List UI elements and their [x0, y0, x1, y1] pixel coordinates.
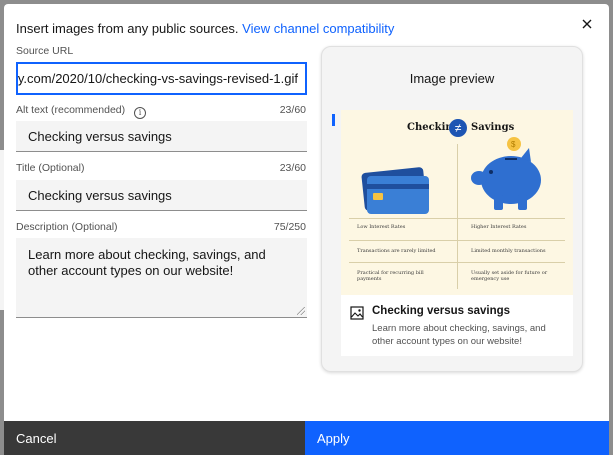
preview-content: Checking ≠ Savings $ Low Interest Rates …: [341, 110, 573, 356]
preview-caption-description: Learn more about checking, savings, and …: [372, 323, 546, 347]
not-equal-icon: ≠: [449, 119, 467, 137]
alt-text-label: Alt text (recommended) i: [16, 104, 147, 119]
close-icon: [582, 19, 592, 29]
image-preview-card: Image preview Checking ≠ Savings $ Low I…: [321, 46, 583, 372]
description-counter: 75/250: [273, 221, 306, 233]
preview-selection-marker: [332, 114, 335, 126]
intro-text: Insert images from any public sources.: [16, 21, 239, 36]
resize-handle[interactable]: [297, 307, 305, 315]
title-label: Title (Optional): [16, 162, 85, 174]
image-icon: [350, 306, 364, 320]
alt-text-input[interactable]: Checking versus savings: [16, 121, 307, 152]
image-preview-heading: Image preview: [409, 71, 495, 86]
description-value: Learn more about checking, savings, and …: [28, 247, 266, 278]
description-textarea[interactable]: Learn more about checking, savings, and …: [16, 238, 307, 318]
title-counter: 23/60: [279, 162, 306, 174]
apply-button[interactable]: Apply: [305, 421, 609, 455]
infographic-cell: Low Interest Rates: [357, 224, 406, 230]
alt-text-counter: 23/60: [279, 104, 306, 116]
preview-caption-title: Checking versus savings: [372, 305, 511, 317]
alt-text-label-text: Alt text (recommended): [16, 104, 126, 116]
title-value: Checking versus savings: [28, 187, 172, 203]
infographic-right-title: Savings: [471, 122, 515, 133]
infographic-row-divider: [349, 240, 565, 241]
close-button[interactable]: [577, 14, 597, 34]
modal-intro: Insert images from any public sources. V…: [16, 21, 394, 36]
info-icon[interactable]: i: [134, 107, 147, 119]
piggy-bank-icon: $: [471, 137, 541, 210]
source-url-value: ey.com/2020/10/checking-vs-savings-revis…: [16, 71, 298, 86]
source-url-label: Source URL: [16, 45, 74, 57]
title-input[interactable]: Checking versus savings: [16, 180, 307, 211]
svg-text:$: $: [511, 140, 516, 149]
credit-card-icon: [361, 167, 429, 214]
infographic-cell: Usually set aside for future or emergenc…: [471, 270, 548, 282]
source-url-input[interactable]: ey.com/2020/10/checking-vs-savings-revis…: [16, 62, 307, 95]
channel-compatibility-link[interactable]: View channel compatibility: [242, 21, 394, 36]
preview-caption: Checking versus savings Learn more about…: [341, 295, 573, 356]
infographic-row-divider: [349, 218, 565, 219]
infographic-cell: Limited monthly transactions: [471, 248, 546, 254]
infographic-cell: Transactions are rarely limited: [357, 248, 436, 254]
cancel-button[interactable]: Cancel: [4, 421, 305, 455]
infographic-row-divider: [349, 262, 565, 263]
infographic-cell: Higher Interest Rates: [471, 224, 527, 230]
insert-image-modal: Insert images from any public sources. V…: [4, 4, 609, 455]
infographic-column-divider: [457, 144, 458, 289]
description-label: Description (Optional): [16, 221, 118, 233]
alt-text-value: Checking versus savings: [28, 128, 172, 144]
infographic-cell: Practical for recurring bill payments: [357, 270, 424, 282]
preview-image: Checking ≠ Savings $ Low Interest Rates …: [341, 110, 573, 295]
